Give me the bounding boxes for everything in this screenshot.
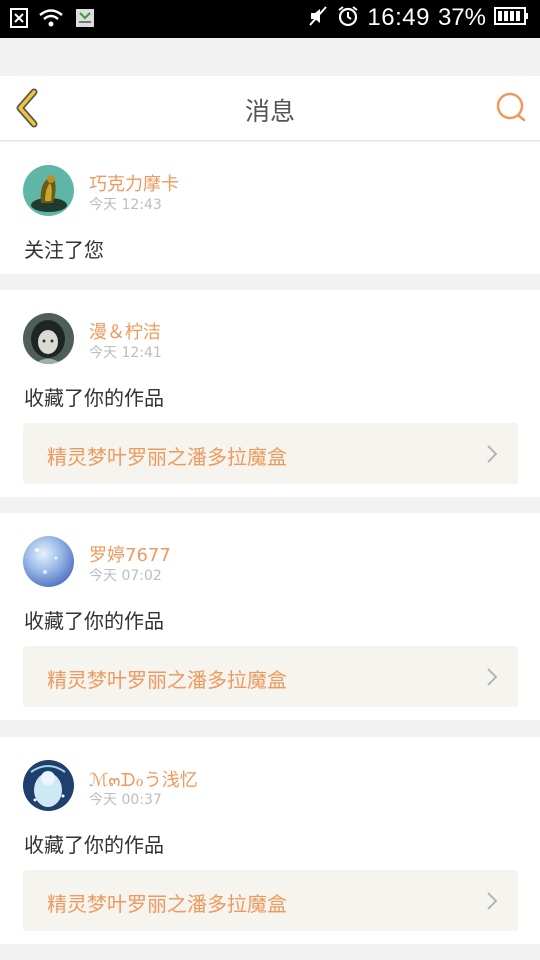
username[interactable]: 漫＆柠洁: [89, 318, 161, 344]
message-time: 今天 12:43: [89, 197, 162, 213]
chevron-right-icon: [486, 444, 498, 468]
work-title: 精灵梦叶罗丽之潘多拉魔盒: [47, 445, 287, 469]
search-button[interactable]: [494, 90, 528, 124]
message-action: 收藏了你的作品: [24, 386, 164, 410]
avatar[interactable]: [23, 536, 74, 587]
battery-percent: 37%: [437, 4, 486, 31]
message-action: 收藏了你的作品: [24, 609, 164, 633]
message-time: 今天 12:41: [89, 345, 162, 361]
message-item[interactable]: 巧克力摩卡 今天 12:43 关注了您: [0, 142, 540, 274]
message-item[interactable]: 罗婷7677 今天 07:02 收藏了你的作品 精灵梦叶罗丽之潘多拉魔盒: [0, 513, 540, 720]
message-action: 关注了您: [24, 238, 104, 262]
wifi-icon: [38, 8, 64, 32]
avatar[interactable]: [23, 165, 74, 216]
work-link[interactable]: 精灵梦叶罗丽之潘多拉魔盒: [23, 646, 518, 707]
clock-time: 16:49: [367, 4, 430, 31]
work-title: 精灵梦叶罗丽之潘多拉魔盒: [47, 892, 287, 916]
work-link[interactable]: 精灵梦叶罗丽之潘多拉魔盒: [23, 423, 518, 484]
username[interactable]: 罗婷7677: [89, 541, 171, 567]
alarm-icon: [337, 5, 359, 31]
message-action: 收藏了你的作品: [24, 833, 164, 857]
message-time: 今天 00:37: [89, 792, 162, 808]
username[interactable]: 巧克力摩卡: [89, 170, 179, 196]
avatar[interactable]: [23, 760, 74, 811]
message-item[interactable]: ℳ๓ᗪℴう浅忆 今天 00:37 收藏了你的作品 精灵梦叶罗丽之潘多拉魔盒: [0, 737, 540, 944]
chevron-right-icon: [486, 667, 498, 691]
mute-icon: [307, 5, 329, 31]
work-title: 精灵梦叶罗丽之潘多拉魔盒: [47, 668, 287, 692]
notification-close-icon: [10, 8, 28, 32]
message-item[interactable]: 漫＆柠洁 今天 12:41 收藏了你的作品 精灵梦叶罗丽之潘多拉魔盒: [0, 290, 540, 497]
header-bar: 消息: [0, 76, 540, 141]
download-notification-icon: [74, 7, 96, 33]
work-link[interactable]: 精灵梦叶罗丽之潘多拉魔盒: [23, 870, 518, 931]
search-icon: [494, 92, 528, 128]
status-bar: 16:49 37%: [0, 0, 540, 38]
avatar[interactable]: [23, 313, 74, 364]
page-title: 消息: [244, 97, 295, 126]
chevron-right-icon: [486, 891, 498, 915]
message-time: 今天 07:02: [89, 568, 162, 584]
battery-icon: [494, 6, 530, 30]
